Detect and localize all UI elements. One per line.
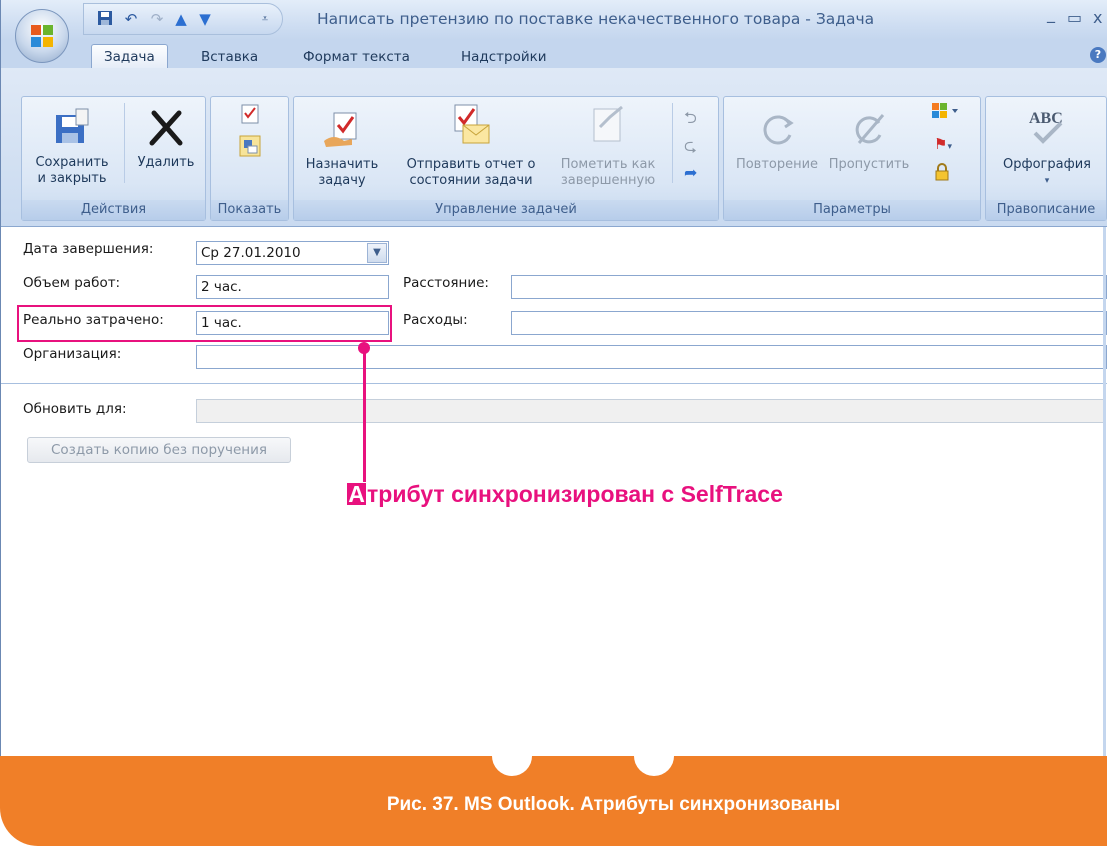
mileage-field[interactable] <box>511 275 1107 299</box>
tab-task[interactable]: Задача <box>91 44 168 69</box>
title-bar: ↶ ↷ ▲ ▼ ⩡ Написать претензию по поставке… <box>1 0 1107 40</box>
group-options: Повторение Пропустить ⚑▾ Параметры <box>723 96 981 221</box>
create-unassigned-copy-button[interactable]: Создать копию без поручения <box>27 437 291 463</box>
separator <box>672 103 673 183</box>
delete-label: Удалить <box>137 155 195 170</box>
assign-task-icon <box>320 107 364 151</box>
due-date-value: Ср 27.01.2010 <box>201 245 301 261</box>
close-button[interactable]: x <box>1093 8 1102 27</box>
delete-button[interactable]: Удалить <box>128 105 204 171</box>
recurrence-label: Повторение <box>735 157 819 172</box>
figure-caption: Рис. 37. MS Outlook. Атрибуты синхронизо… <box>386 794 841 815</box>
minimize-button[interactable]: _ <box>1047 4 1055 23</box>
undo-icon[interactable]: ↶ <box>122 10 140 28</box>
next-item-icon[interactable]: ▼ <box>196 10 214 28</box>
office-logo-icon <box>31 25 53 47</box>
reply-all-icon[interactable]: ⮎ <box>684 135 697 162</box>
tab-add-ins[interactable]: Надстройки <box>461 46 547 68</box>
spelling-label: Орфография <box>1003 157 1091 172</box>
callout-dot <box>358 342 370 354</box>
companies-label: Организация: <box>23 346 122 362</box>
due-date-field[interactable]: Ср 27.01.2010 ▼ <box>196 241 389 265</box>
separator <box>124 103 125 183</box>
details-view-icon <box>217 134 283 163</box>
group-options-label: Параметры <box>724 200 980 220</box>
follow-up-flag-icon[interactable]: ⚑▾ <box>934 135 952 153</box>
report-label-line1: Отправить отчет о <box>406 157 536 172</box>
highlight-box <box>17 305 392 342</box>
report-label-line2: состоянии задачи <box>409 173 533 188</box>
status-report-icon <box>449 99 493 151</box>
save-label-line1: Сохранить <box>35 155 109 170</box>
callout-line <box>363 347 366 482</box>
window-edge <box>1103 227 1106 756</box>
spelling-abc-icon: ABC <box>1025 103 1069 151</box>
divider <box>1 383 1107 384</box>
group-proofing: ABC Орфография ▾ Правописание <box>985 96 1107 221</box>
skip-occurrence-button[interactable]: Пропустить <box>824 107 914 173</box>
redo-icon[interactable]: ↷ <box>148 10 166 28</box>
reply-icon[interactable]: ⮌ <box>684 107 697 134</box>
figure-footer: Рис. 37. MS Outlook. Атрибуты синхронизо… <box>0 736 1107 846</box>
group-actions: Сохранить и закрыть Удалить Действия <box>21 96 206 221</box>
mark-label-line1: Пометить как <box>560 157 656 172</box>
group-show-label: Показать <box>211 200 288 220</box>
help-icon[interactable]: ? <box>1090 47 1106 63</box>
total-work-field[interactable]: 2 час. <box>196 275 389 299</box>
group-proofing-label: Правописание <box>986 200 1106 220</box>
tab-insert[interactable]: Вставка <box>201 46 258 68</box>
categorize-icon[interactable] <box>932 103 962 125</box>
callout-label: трибут синхронизирован с SelfTrace <box>367 481 783 507</box>
save-close-icon <box>50 105 94 149</box>
footer-dot <box>492 736 532 776</box>
assign-label-line1: Назначить <box>305 157 379 172</box>
assign-label-line2: задачу <box>318 173 366 188</box>
billing-field[interactable] <box>511 311 1107 335</box>
recurrence-icon <box>755 107 799 151</box>
task-view-button[interactable] <box>217 103 283 163</box>
forward-icon[interactable]: ➦ <box>684 163 697 182</box>
window-title: Написать претензию по поставке некачеств… <box>317 10 875 28</box>
spelling-dropdown-icon: ▾ <box>1044 176 1050 186</box>
quick-access-toolbar: ↶ ↷ ▲ ▼ ⩡ <box>83 3 283 35</box>
task-view-icon <box>217 103 283 132</box>
group-actions-label: Действия <box>22 200 205 220</box>
assign-task-button[interactable]: Назначить задачу <box>294 107 390 189</box>
customize-toolbar-icon[interactable]: ⩡ <box>256 10 274 28</box>
outlook-task-window: ↶ ↷ ▲ ▼ ⩡ Написать претензию по поставке… <box>0 0 1107 756</box>
spelling-button[interactable]: ABC Орфография ▾ <box>990 103 1104 189</box>
mark-label-line2: завершенную <box>560 173 656 188</box>
private-lock-icon[interactable] <box>934 163 950 185</box>
group-manage-label: Управление задачей <box>294 200 718 220</box>
mark-complete-icon <box>586 99 630 151</box>
send-status-report-button[interactable]: Отправить отчет о состоянии задачи <box>396 99 546 189</box>
mark-complete-button[interactable]: Пометить как завершенную <box>546 99 670 189</box>
save-icon[interactable] <box>96 10 114 28</box>
maximize-button[interactable]: ▭ <box>1067 8 1082 27</box>
footer-dot <box>634 736 674 776</box>
due-date-label: Дата завершения: <box>23 241 154 257</box>
update-list-field <box>196 399 1105 423</box>
chevron-down-icon[interactable]: ▼ <box>367 243 387 263</box>
delete-x-icon <box>144 105 188 149</box>
tab-format-text[interactable]: Формат текста <box>303 46 410 68</box>
group-manage-task: Назначить задачу Отправить отчет о состо… <box>293 96 719 221</box>
mileage-label: Расстояние: <box>403 275 489 291</box>
update-list-label: Обновить для: <box>23 401 127 417</box>
save-label-line2: и закрыть <box>37 171 107 186</box>
recurrence-button[interactable]: Повторение <box>730 107 824 173</box>
group-show: Показать <box>210 96 289 221</box>
ribbon-tabs: Задача Вставка Формат текста Надстройки … <box>1 40 1107 69</box>
billing-label: Расходы: <box>403 312 468 328</box>
callout-text: Aтрибут синхронизирован с SelfTrace <box>347 480 783 508</box>
skip-icon <box>847 107 891 151</box>
office-button[interactable] <box>15 9 69 63</box>
companies-field[interactable] <box>196 345 1107 369</box>
skip-label: Пропустить <box>828 157 910 172</box>
callout-badge: A <box>347 481 366 507</box>
total-work-label: Объем работ: <box>23 275 121 291</box>
previous-item-icon[interactable]: ▲ <box>172 10 190 28</box>
ribbon: Сохранить и закрыть Удалить Действия Пок… <box>1 68 1107 227</box>
save-and-close-button[interactable]: Сохранить и закрыть <box>26 105 118 187</box>
